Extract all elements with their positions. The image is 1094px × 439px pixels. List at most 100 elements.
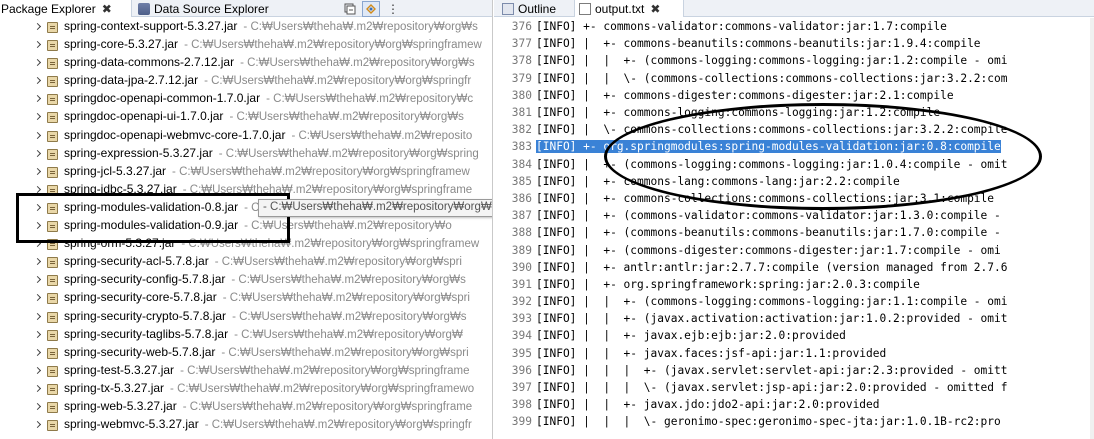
code-line[interactable]: 381 [INFO] | +- commons-logging:commons-l… [494, 104, 1094, 121]
code-line[interactable]: 388 [INFO] | +- (commons-beanutils:common… [494, 224, 1094, 241]
tree-item[interactable]: spring-test-5.3.27.jar - C:₩Users₩theha₩.… [0, 362, 492, 380]
jar-icon [47, 40, 58, 52]
line-number: 380 [511, 88, 532, 102]
tree-item[interactable]: spring-data-jpa-2.7.12.jar - C:₩Users₩the… [0, 72, 492, 90]
vertical-scrollbar[interactable] [1090, 18, 1094, 439]
code-line[interactable]: 389 [INFO] | +- (commons-digester:commons… [494, 241, 1094, 258]
tree-item[interactable]: spring-security-core-5.7.8.jar - C:₩Users… [0, 289, 492, 307]
tab-data-source-explorer[interactable]: Data Source Explorer [134, 0, 284, 17]
code-line[interactable]: 393 [INFO] | | +- (javax.activation:activ… [494, 310, 1094, 327]
code-line[interactable]: 386 [INFO] | +- commons-collections:commo… [494, 190, 1094, 207]
close-icon[interactable]: ✖ [102, 2, 112, 16]
chevron-right-icon[interactable] [35, 257, 41, 267]
jar-path: - C:₩Users₩theha₩.m2₩repository₩org₩spri… [172, 165, 470, 178]
chevron-right-icon[interactable] [35, 366, 41, 376]
code-line[interactable]: 380 [INFO] | +- commons-digester:commons-… [494, 87, 1094, 104]
jar-name: spring-tx-5.3.27.jar [64, 380, 165, 395]
line-text: [INFO] +- org.springmodules:spring-modul… [536, 140, 1001, 154]
code-line[interactable]: 396 [INFO] | | | +- (javax.servlet:servle… [494, 362, 1094, 379]
tab-output-txt[interactable]: output.txt ✖ [574, 0, 684, 17]
code-line[interactable]: 391 [INFO] | +- org.springframework:sprin… [494, 276, 1094, 293]
tab-outline[interactable]: Outline [500, 0, 570, 17]
tree-item[interactable]: spring-data-commons-2.7.12.jar - C:₩Users… [0, 54, 492, 72]
chevron-right-icon[interactable] [35, 131, 41, 141]
code-line-selected[interactable]: 383 [INFO] +- org.springmodules:spring-mo… [494, 138, 1094, 155]
code-line[interactable]: 376 [INFO] +- commons-validator:commons-v… [494, 18, 1094, 35]
chevron-right-icon[interactable] [35, 402, 41, 412]
code-line[interactable]: 384 [INFO] | +- (commons-logging:commons-… [494, 156, 1094, 173]
view-menu-icon[interactable]: ⋮ [383, 2, 399, 16]
code-line[interactable]: 378 [INFO] | | +- (commons-logging:common… [494, 52, 1094, 69]
code-line[interactable]: 399 [INFO] | | | \- geronimo-spec:geronim… [494, 413, 1094, 430]
code-line[interactable]: 377 [INFO] | +- commons-beanutils:commons… [494, 35, 1094, 52]
tree-item[interactable]: springdoc-openapi-webmvc-core-1.7.0.jar -… [0, 127, 492, 145]
tree-item[interactable]: springdoc-openapi-ui-1.7.0.jar - C:₩Users… [0, 108, 492, 126]
tree-item[interactable]: spring-expression-5.3.27.jar - C:₩Users₩t… [0, 145, 492, 163]
tree-item[interactable]: spring-security-taglibs-5.7.8.jar - C:₩Us… [0, 326, 492, 344]
link-with-editor-button[interactable] [362, 0, 380, 17]
line-number: 388 [511, 226, 532, 240]
tree-item[interactable]: spring-security-web-5.7.8.jar - C:₩Users₩… [0, 344, 492, 362]
text-editor[interactable]: 376 [INFO] +- commons-validator:commons-v… [494, 18, 1094, 431]
tree-item[interactable]: spring-tx-5.3.27.jar - C:₩Users₩theha₩.m2… [0, 380, 492, 398]
tree-item-label: spring-web-5.3.27.jar - C:₩Users₩theha₩.m… [64, 399, 472, 413]
line-text: [INFO] | | +- javax.faces:jsf-api:jar:1.… [536, 346, 887, 360]
tree-item-label: springdoc-openapi-common-1.7.0.jar - C:₩U… [64, 91, 473, 105]
code-line[interactable]: 387 [INFO] | +- (commons-validator:common… [494, 207, 1094, 224]
jar-path: - C:₩Users₩theha₩.m2₩repository₩org₩spri… [180, 364, 470, 377]
line-text: [INFO] | | +- (javax.activation:activati… [536, 312, 1008, 326]
chevron-right-icon[interactable] [35, 149, 41, 159]
chevron-right-icon[interactable] [35, 58, 41, 68]
tree-item[interactable]: spring-webmvc-5.3.27.jar - C:₩Users₩theha… [0, 416, 492, 434]
tree-item[interactable]: spring-security-acl-5.7.8.jar - C:₩Users₩… [0, 253, 492, 271]
code-line[interactable]: 382 [INFO] | \- commons-collections:commo… [494, 121, 1094, 138]
chevron-right-icon[interactable] [35, 275, 41, 285]
jar-path: - C:₩Users₩theha₩.m2₩repository₩org₩s [229, 111, 464, 124]
chevron-right-icon[interactable] [35, 94, 41, 104]
jar-name: spring-test-5.3.27.jar [64, 362, 175, 377]
jar-name: springdoc-openapi-webmvc-core-1.7.0.jar [64, 127, 286, 142]
line-text: [INFO] | +- commons-lang:commons-lang:ja… [536, 174, 900, 188]
chevron-right-icon[interactable] [35, 293, 41, 303]
jar-name: spring-security-acl-5.7.8.jar [64, 254, 209, 269]
code-line[interactable]: 392 [INFO] | | +- (commons-logging:common… [494, 293, 1094, 310]
chevron-right-icon[interactable] [35, 420, 41, 430]
tree-item[interactable]: springdoc-openapi-common-1.7.0.jar - C:₩U… [0, 90, 492, 108]
chevron-right-icon[interactable] [35, 312, 41, 322]
collapse-all-button[interactable] [341, 1, 359, 17]
line-text: [INFO] | | +- javax.ejb:ejb:jar:2.0:prov… [536, 329, 846, 343]
chevron-right-icon[interactable] [35, 384, 41, 394]
chevron-right-icon[interactable] [35, 348, 41, 358]
line-number: 390 [511, 260, 532, 274]
line-number: 395 [511, 346, 532, 360]
code-line[interactable]: 398 [INFO] | | +- javax.jdo:jdo2-api:jar:… [494, 396, 1094, 413]
chevron-right-icon[interactable] [35, 167, 41, 177]
code-line[interactable]: 394 [INFO] | | +- javax.ejb:ejb:jar:2.0:p… [494, 327, 1094, 344]
chevron-right-icon[interactable] [35, 40, 41, 50]
tree-item-label: spring-data-commons-2.7.12.jar - C:₩Users… [64, 55, 475, 69]
chevron-right-icon[interactable] [35, 112, 41, 122]
tree-item[interactable]: spring-context-support-5.3.27.jar - C:₩Us… [0, 18, 492, 36]
jar-icon [47, 401, 58, 413]
tree-item[interactable]: spring-security-crypto-5.7.8.jar - C:₩Use… [0, 308, 492, 326]
jar-icon [47, 311, 58, 323]
outline-icon [502, 2, 514, 15]
line-text: [INFO] | +- (commons-logging:commons-log… [536, 157, 1008, 171]
jar-name: springdoc-openapi-common-1.7.0.jar [64, 91, 261, 106]
close-icon[interactable]: ✖ [650, 2, 660, 16]
code-line[interactable]: 379 [INFO] | | \- (commons-collections:co… [494, 70, 1094, 87]
tree-item[interactable]: spring-web-5.3.27.jar - C:₩Users₩theha₩.m… [0, 398, 492, 416]
line-text: [INFO] | | +- (commons-logging:commons-l… [536, 295, 1008, 309]
code-line[interactable]: 395 [INFO] | | +- javax.faces:jsf-api:jar… [494, 345, 1094, 362]
tree-item[interactable]: spring-core-5.3.27.jar - C:₩Users₩theha₩.… [0, 36, 492, 54]
tree-item[interactable]: spring-security-config-5.7.8.jar - C:₩Use… [0, 271, 492, 289]
tree-item-label: spring-webmvc-5.3.27.jar - C:₩Users₩theha… [64, 417, 472, 431]
chevron-right-icon[interactable] [35, 330, 41, 340]
tab-package-explorer[interactable]: Package Explorer ✖ [0, 0, 132, 17]
tree-item[interactable]: spring-jcl-5.3.27.jar - C:₩Users₩theha₩.m… [0, 163, 492, 181]
chevron-right-icon[interactable] [35, 22, 41, 32]
code-line[interactable]: 390 [INFO] | +- antlr:antlr:jar:2.7.7:com… [494, 259, 1094, 276]
code-line[interactable]: 385 [INFO] | +- commons-lang:commons-lang… [494, 173, 1094, 190]
chevron-right-icon[interactable] [35, 76, 41, 86]
code-line[interactable]: 397 [INFO] | | | \- (javax.servlet:jsp-ap… [494, 379, 1094, 396]
